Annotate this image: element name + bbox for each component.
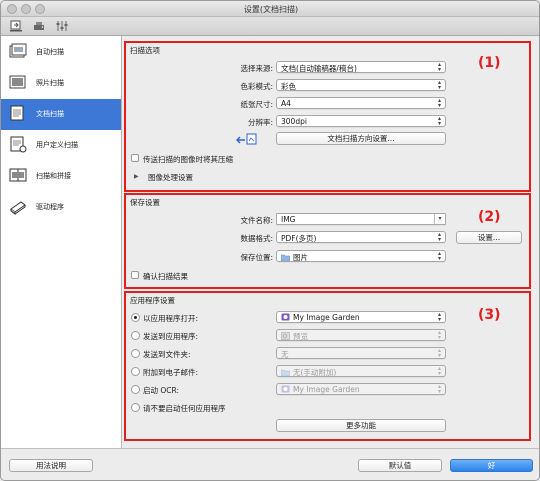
save-settings-group: 保存设置 (2) 文件名称: IMG ▾ 数据格式: PDF(多页) ▴ ▾ 设置…	[124, 193, 531, 289]
orientation-settings-button[interactable]: 文档扫描方向设置...	[276, 132, 446, 145]
filename-label: 文件名称:	[240, 216, 273, 225]
start-ocr-select[interactable]: My Image Garden ▴ ▾	[276, 383, 446, 395]
resolution-label: 分辨率:	[247, 118, 273, 127]
chevron-updown-icon: ▴ ▾	[437, 231, 441, 243]
general-settings-icon[interactable]	[32, 19, 46, 33]
window-title: 设置(文档扫描)	[243, 5, 299, 14]
scan-to-pc-icon[interactable]	[9, 19, 23, 33]
image-processing-label[interactable]: 图像处理设置	[148, 172, 193, 183]
confirm-checkbox[interactable]	[131, 271, 139, 279]
send-to-app-label: 发送到应用程序:	[143, 332, 199, 341]
sidebar-item-label: 用户定义扫描	[36, 141, 78, 149]
toolbar	[1, 17, 539, 36]
format-label: 数据格式:	[240, 234, 273, 243]
settings-window: 设置(文档扫描) 自动扫描 照片扫描 文档扫描 用户定义扫描 扫描和拼接 驱动程…	[0, 0, 540, 481]
folder-icon	[281, 254, 290, 261]
driver-icon	[10, 201, 26, 215]
start-ocr-label: 启动 OCR:	[143, 386, 180, 395]
sidebar-item-photo-scan[interactable]: 照片扫描	[1, 68, 121, 99]
document-scan-icon	[10, 105, 24, 121]
chevron-updown-icon: ▴ ▾	[437, 383, 441, 395]
radio-start-ocr[interactable]	[131, 385, 140, 394]
ok-button[interactable]: 好	[450, 459, 533, 472]
preview-app-icon	[281, 332, 290, 340]
open-with-app-select[interactable]: My Image Garden ▴ ▾	[276, 311, 446, 323]
chevron-updown-icon: ▴ ▾	[437, 311, 441, 323]
orientation-arrow-icon	[236, 133, 257, 145]
confirm-label: 确认扫描结果	[143, 272, 188, 281]
defaults-button[interactable]: 默认值	[358, 459, 442, 472]
title-bar: 设置(文档扫描)	[1, 1, 539, 17]
attach-email-select[interactable]: 无(手动附加) ▴ ▾	[276, 365, 446, 377]
chevron-updown-icon: ▴ ▾	[437, 79, 441, 91]
chevron-updown-icon: ▴ ▾	[437, 329, 441, 341]
scan-options-title: 扫描选项	[130, 46, 160, 55]
source-label: 选择来源:	[240, 64, 273, 73]
save-settings-title: 保存设置	[130, 198, 160, 207]
image-garden-icon	[281, 385, 290, 393]
radio-send-to-app[interactable]	[131, 331, 140, 340]
format-select[interactable]: PDF(多页) ▴ ▾	[276, 231, 446, 243]
app-settings-group: 应用程序设置 (3) 以应用程序打开: My Image Garden ▴ ▾ 发…	[124, 291, 531, 441]
auto-scan-icon	[9, 43, 27, 58]
send-to-folder-select[interactable]: 无 ▴ ▾	[276, 347, 446, 359]
radio-no-app[interactable]	[131, 403, 140, 412]
custom-scan-icon	[10, 136, 27, 153]
sidebar-item-label: 自动扫描	[36, 48, 64, 56]
sidebar-item-label: 文档扫描	[36, 110, 64, 118]
chevron-down-icon[interactable]: ▾	[434, 214, 445, 224]
app-settings-title: 应用程序设置	[130, 296, 175, 305]
sidebar-item-scan-stitch[interactable]: 扫描和拼接	[1, 161, 121, 192]
help-button[interactable]: 用法说明	[9, 459, 93, 472]
sidebar-item-driver[interactable]: 驱动程序	[1, 192, 121, 223]
format-settings-button[interactable]: 设置...	[456, 231, 522, 244]
marker-2: (2)	[478, 209, 501, 225]
tools-icon[interactable]	[55, 19, 69, 33]
sidebar: 自动扫描 照片扫描 文档扫描 用户定义扫描 扫描和拼接 驱动程序	[1, 36, 122, 448]
paper-size-label: 纸张尺寸:	[240, 100, 273, 109]
resolution-select[interactable]: 300dpi ▴ ▾	[276, 115, 446, 127]
marker-1: (1)	[478, 55, 501, 71]
photo-scan-icon	[9, 75, 26, 89]
attach-email-label: 附加到电子邮件:	[143, 368, 199, 377]
more-functions-button[interactable]: 更多功能	[276, 419, 446, 432]
sidebar-item-custom-scan[interactable]: 用户定义扫描	[1, 130, 121, 161]
sidebar-item-label: 扫描和拼接	[36, 172, 71, 180]
paper-size-select[interactable]: A4 ▴ ▾	[276, 97, 446, 109]
chevron-updown-icon: ▴ ▾	[437, 97, 441, 109]
send-to-folder-label: 发送到文件夹:	[143, 350, 191, 359]
chevron-updown-icon: ▴ ▾	[437, 365, 441, 377]
radio-open-with-app[interactable]	[131, 313, 140, 322]
color-mode-label: 色彩模式:	[240, 82, 273, 91]
no-app-label: 请不要启动任何应用程序	[143, 404, 226, 413]
image-garden-icon	[281, 313, 290, 321]
location-select[interactable]: 图片 ▴ ▾	[276, 250, 446, 262]
chevron-updown-icon: ▴ ▾	[437, 115, 441, 127]
source-select[interactable]: 文档(自动输稿器/稿台) ▴ ▾	[276, 61, 446, 73]
sidebar-item-auto-scan[interactable]: 自动扫描	[1, 37, 121, 68]
radio-attach-email[interactable]	[131, 367, 140, 376]
sidebar-item-label: 照片扫描	[36, 79, 64, 87]
compress-label: 传送扫描的图像时将其压缩	[143, 155, 233, 164]
compress-checkbox[interactable]	[131, 154, 139, 162]
disclosure-triangle-icon[interactable]: ▶	[134, 173, 139, 180]
radio-send-to-folder[interactable]	[131, 349, 140, 358]
sidebar-item-label: 驱动程序	[36, 203, 64, 211]
send-to-app-select[interactable]: 预览 ▴ ▾	[276, 329, 446, 341]
scan-options-group: 扫描选项 (1) 选择来源: 文档(自动输稿器/稿台) ▴ ▾ 色彩模式: 彩色 …	[124, 41, 531, 192]
footer: 用法说明 默认值 好	[1, 448, 539, 480]
open-with-app-label: 以应用程序打开:	[143, 314, 199, 323]
location-label: 保存位置:	[240, 253, 273, 262]
chevron-updown-icon: ▴ ▾	[437, 250, 441, 262]
color-mode-select[interactable]: 彩色 ▴ ▾	[276, 79, 446, 91]
sidebar-item-document-scan[interactable]: 文档扫描	[1, 99, 121, 130]
filename-combobox[interactable]: IMG ▾	[276, 213, 446, 225]
folder-icon	[281, 369, 290, 376]
scan-stitch-icon	[9, 168, 27, 182]
marker-3: (3)	[478, 307, 501, 323]
chevron-updown-icon: ▴ ▾	[437, 61, 441, 73]
chevron-updown-icon: ▴ ▾	[437, 347, 441, 359]
